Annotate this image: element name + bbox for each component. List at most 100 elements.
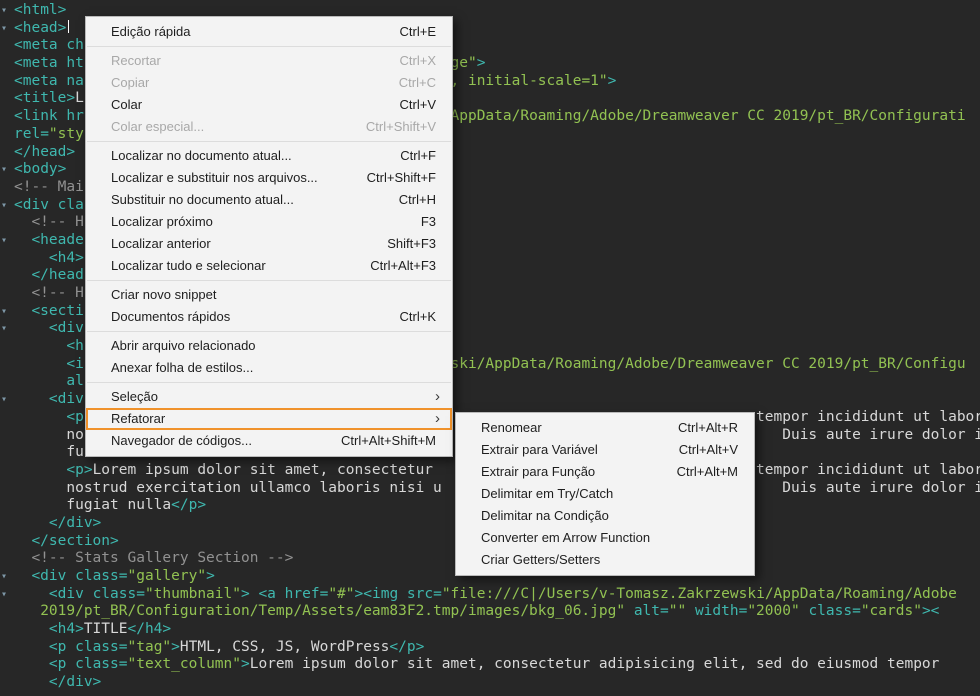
code-run: <!-- Stats Gallery Section --> [31, 550, 293, 568]
code-token: > [607, 72, 617, 89]
code-token: <meta ht [14, 55, 84, 72]
code-run: <meta ch [14, 37, 84, 55]
code-token: class= [799, 603, 861, 620]
code-token: <body> [14, 161, 67, 178]
menu-item-navegador-de-codigos[interactable]: Navegador de códigos... Ctrl+Alt+Shift+M [86, 430, 452, 452]
menu-item-label: Navegador de códigos... [111, 433, 252, 448]
submenu-item-delimitar-em-try-catch[interactable]: Delimitar em Try/Catch [456, 483, 754, 505]
code-run: tempor incididunt ut labor [756, 409, 980, 427]
code-run: ski/AppData/Roaming/Adobe/Dreamweaver CC… [451, 356, 966, 374]
menu-item-abrir-arquivo-relacionado[interactable]: Abrir arquivo relacionado [86, 335, 452, 357]
menu-item-shortcut: Ctrl+Shift+V [365, 119, 436, 134]
menu-item-localizar-no-documento-atual[interactable]: Localizar no documento atual... Ctrl+F [86, 145, 452, 167]
menu-item-label: Edição rápida [111, 24, 191, 39]
menu-item-label: Criar novo snippet [111, 287, 217, 302]
menu-item-localizar-tudo-e-selecionar[interactable]: Localizar tudo e selecionar Ctrl+Alt+F3 [86, 255, 452, 277]
menu-item-label: Converter em Arrow Function [481, 530, 651, 545]
fold-arrow-icon[interactable]: ▾ [1, 199, 7, 212]
code-run: ge"> [451, 55, 486, 73]
fold-arrow-icon[interactable]: ▾ [1, 234, 7, 247]
menu-item-shortcut: Ctrl+Alt+Shift+M [340, 433, 436, 448]
code-line[interactable]: </div> [0, 674, 980, 692]
code-token: ge" [450, 55, 477, 72]
fold-arrow-icon[interactable]: ▾ [1, 4, 7, 17]
code-token: > [354, 585, 364, 602]
menu-item-label: Localizar próximo [111, 214, 213, 229]
code-run: <p class="tag">HTML, CSS, JS, WordPress<… [49, 639, 424, 657]
menu-item-anexar-folha-de-estilos[interactable]: Anexar folha de estilos... [86, 357, 452, 379]
code-run: AppData/Roaming/Adobe/Dreamweaver CC 201… [451, 108, 966, 126]
fold-arrow-icon[interactable]: ▾ [1, 305, 7, 318]
code-line[interactable]: <p class="tag">HTML, CSS, JS, WordPress<… [0, 639, 980, 657]
code-token: <p [48, 656, 76, 673]
code-token: alt= [625, 603, 669, 620]
code-token: class= [75, 638, 128, 655]
fold-arrow-icon[interactable]: ▾ [1, 22, 7, 35]
code-token: nostrud exercitation ullamco laboris nis… [66, 479, 442, 496]
refactor-submenu: Renomear Ctrl+Alt+R Extrair para Variável C… [455, 412, 755, 576]
fold-arrow-icon[interactable]: ▾ [1, 393, 7, 406]
menu-item-shortcut: Ctrl+Alt+M [676, 464, 738, 479]
menu-item-localizar-anterior[interactable]: Localizar anterior Shift+F3 [86, 233, 452, 255]
menu-item-localizar-proximo[interactable]: Localizar próximo F3 [86, 211, 452, 233]
menu-item-criar-novo-snippet[interactable]: Criar novo snippet [86, 284, 452, 306]
menu-item-documentos-rapidos[interactable]: Documentos rápidos Ctrl+K [86, 306, 452, 328]
menu-item-shortcut: F3 [420, 214, 436, 229]
menu-item-shortcut: Ctrl+H [398, 192, 436, 207]
code-token: Duis aute irure dolor ir [782, 479, 980, 496]
code-run: <body> [14, 161, 66, 179]
fold-arrow-icon[interactable]: ▾ [1, 163, 7, 176]
code-run: <div class="thumbnail"> <a href="#"><img… [49, 586, 957, 604]
code-run: </section> [31, 533, 118, 551]
code-token: "tag" [127, 638, 172, 655]
code-token: tempor incididunt ut labor [756, 461, 980, 478]
menu-item-substituir-no-documento-atual[interactable]: Substituir no documento atual... Ctrl+H [86, 189, 452, 211]
code-token: "file:///C|/Users/v-Tomasz.Zakrzewski/Ap… [441, 585, 957, 602]
menu-item-selecao[interactable]: Seleção › [86, 386, 452, 408]
code-token: <head> [14, 19, 67, 36]
fold-arrow-icon[interactable]: ▾ [1, 322, 7, 335]
submenu-item-extrair-para-variavel[interactable]: Extrair para Variável Ctrl+Alt+V [456, 439, 754, 461]
code-token: </div> [48, 514, 102, 531]
code-token: > [171, 638, 180, 655]
menu-item-colar[interactable]: Colar Ctrl+V [86, 94, 452, 116]
fold-arrow-icon[interactable]: ▾ [1, 570, 7, 583]
code-run: </head [31, 267, 83, 285]
fold-arrow-icon[interactable]: ▾ [1, 588, 7, 601]
submenu-item-delimitar-na-condicao[interactable]: Delimitar na Condição [456, 505, 754, 527]
code-run: Duis aute irure dolor ir [782, 427, 980, 445]
submenu-item-converter-em-arrow-function[interactable]: Converter em Arrow Function [456, 527, 754, 549]
code-line[interactable]: <p class="text_column">Lorem ipsum dolor… [0, 656, 980, 674]
code-line[interactable]: ▾ <div class="thumbnail"> <a href="#"><im… [0, 586, 980, 604]
code-run: <div cla [14, 197, 84, 215]
menu-item-localizar-e-substituir-nos-arquivos[interactable]: Localizar e substituir nos arquivos... Ct… [86, 167, 452, 189]
submenu-item-extrair-para-funcao[interactable]: Extrair para Função Ctrl+Alt+M [456, 461, 754, 483]
code-line[interactable]: 2019/pt_BR/Configuration/Temp/Assets/eam… [0, 603, 980, 621]
submenu-item-renomear[interactable]: Renomear Ctrl+Alt+R [456, 417, 754, 439]
submenu-item-criar-getters-setters[interactable]: Criar Getters/Setters [456, 549, 754, 571]
menu-item-edicao-rapida[interactable]: Edição rápida Ctrl+E [86, 21, 452, 43]
code-token: class= [75, 568, 128, 584]
submenu-arrow-icon: › [435, 410, 440, 427]
menu-item-shortcut: Ctrl+C [398, 75, 436, 90]
menu-item-label: Anexar folha de estilos... [111, 360, 254, 375]
code-token: </p> [389, 638, 425, 655]
code-token: <title> [14, 90, 76, 107]
menu-item-shortcut: Ctrl+Alt+V [678, 442, 738, 457]
code-token: fugiat nulla [66, 497, 172, 514]
code-token: href= [284, 585, 329, 602]
code-line[interactable]: <h4>TITLE</h4> [0, 621, 980, 639]
code-token: <img [363, 585, 407, 602]
code-token: al [66, 373, 84, 390]
code-run: 2019/pt_BR/Configuration/Temp/Assets/eam… [40, 603, 939, 621]
code-token: <!-- Stats Gallery Section --> [31, 550, 294, 567]
menu-item-refatorar[interactable]: Refatorar › [86, 408, 452, 430]
code-token: "thumbnail" [144, 585, 241, 602]
code-token: <div [48, 320, 84, 337]
code-token: </head> [14, 143, 76, 160]
code-run: fugiat nulla</p> [66, 497, 206, 515]
code-token: <h4> [48, 621, 84, 638]
code-token: "cards" [860, 603, 922, 620]
menu-item-shortcut: Ctrl+X [399, 53, 436, 68]
code-token: <i [66, 355, 84, 372]
